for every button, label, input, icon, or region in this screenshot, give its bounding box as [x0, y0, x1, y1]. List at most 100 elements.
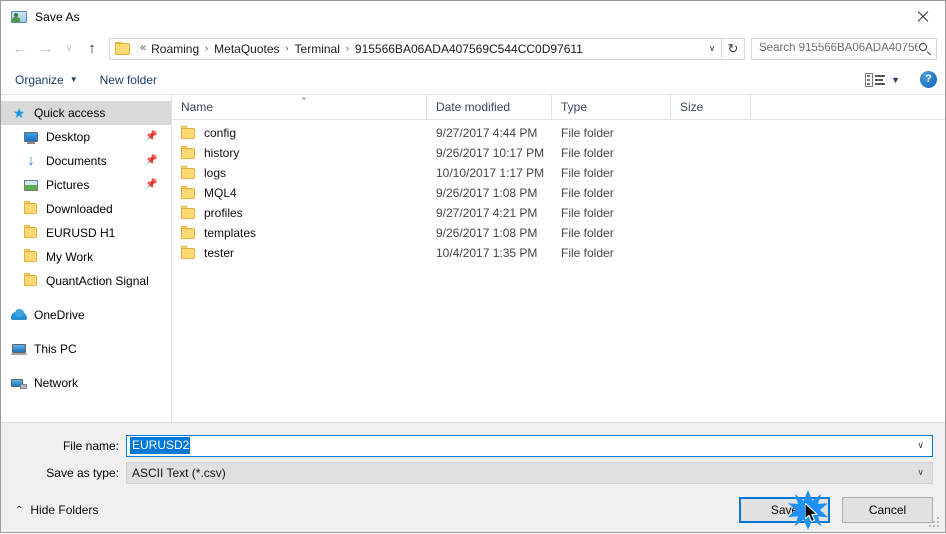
help-button[interactable]: ?: [920, 71, 937, 88]
file-list-pane: Name ⌃ Date modified Type Size config 9/…: [172, 95, 945, 422]
sidebar-item-quick-access[interactable]: ★ Quick access: [1, 101, 171, 125]
sidebar-item-this-pc[interactable]: This PC: [1, 337, 171, 361]
cancel-button[interactable]: Cancel: [842, 497, 933, 523]
save-form: File name: EURUSD2 ∨ Save as type: ASCII…: [1, 422, 945, 488]
file-type-cell: File folder: [561, 246, 614, 260]
sidebar-item-eurusd-h1[interactable]: EURUSD H1: [1, 221, 171, 245]
sidebar-item-onedrive[interactable]: OneDrive: [1, 303, 171, 327]
sidebar-item-network[interactable]: Network: [1, 371, 171, 395]
chevron-down-icon[interactable]: ∨: [917, 441, 924, 450]
recent-locations-button[interactable]: ∨: [59, 36, 79, 62]
file-name-value: EURUSD2: [130, 437, 191, 454]
folder-icon: [180, 186, 196, 200]
table-row[interactable]: config 9/27/2017 4:44 PM File folder: [172, 123, 945, 143]
save-button[interactable]: Save: [739, 497, 830, 523]
hide-folders-button[interactable]: ⌃ Hide Folders: [15, 503, 98, 517]
chevron-right-icon: ›: [285, 43, 289, 53]
sidebar-item-label: This PC: [34, 342, 77, 356]
table-row[interactable]: tester 10/4/2017 1:35 PM File folder: [172, 243, 945, 263]
pictures-icon: [23, 177, 39, 193]
chevron-down-icon[interactable]: ∨: [917, 468, 924, 477]
organize-button[interactable]: Organize ▼: [15, 73, 78, 87]
search-placeholder: Search 915566BA06ADA40756...: [759, 42, 918, 54]
file-name-input[interactable]: EURUSD2 ∨: [126, 434, 933, 457]
sidebar-item-pictures[interactable]: Pictures 📌: [1, 173, 171, 197]
new-folder-button[interactable]: New folder: [100, 73, 157, 87]
up-button[interactable]: ↑: [79, 36, 105, 62]
table-row[interactable]: history 9/26/2017 10:17 PM File folder: [172, 143, 945, 163]
file-type-cell: File folder: [561, 226, 614, 240]
sidebar-item-documents[interactable]: ↓ Documents 📌: [1, 149, 171, 173]
save-as-type-select[interactable]: ASCII Text (*.csv) ∨: [126, 461, 933, 484]
refresh-button[interactable]: ↻: [721, 37, 744, 60]
file-date-cell: 9/26/2017 10:17 PM: [436, 146, 545, 160]
file-date-cell: 9/27/2017 4:44 PM: [436, 126, 538, 140]
folder-icon: [180, 226, 196, 240]
column-header-date-modified[interactable]: Date modified: [427, 95, 552, 119]
file-name-cell: config: [172, 126, 427, 140]
cancel-button-label: Cancel: [868, 503, 907, 517]
file-date-cell: 9/26/2017 1:08 PM: [436, 186, 538, 200]
file-date-cell: 9/27/2017 4:21 PM: [436, 206, 538, 220]
file-name-label: templates: [204, 226, 257, 240]
refresh-icon: ↻: [727, 40, 739, 56]
table-row[interactable]: templates 9/26/2017 1:08 PM File folder: [172, 223, 945, 243]
table-row[interactable]: profiles 9/27/2017 4:21 PM File folder: [172, 203, 945, 223]
onedrive-icon: [11, 307, 27, 323]
search-input[interactable]: Search 915566BA06ADA40756...: [751, 37, 937, 60]
sidebar-item-label: Documents: [46, 154, 107, 168]
up-arrow-icon: ↑: [88, 40, 96, 57]
column-header-label: Date modified: [436, 100, 511, 114]
column-header-label: Size: [680, 100, 704, 114]
file-type-cell: File folder: [561, 206, 614, 220]
file-rows: config 9/27/2017 4:44 PM File folder his…: [172, 120, 945, 422]
sidebar-item-my-work[interactable]: My Work: [1, 245, 171, 269]
file-name-cell: history: [172, 146, 427, 160]
command-bar: Organize ▼ New folder ▼ ?: [1, 65, 945, 95]
hide-folders-label: Hide Folders: [30, 503, 99, 517]
column-header-label: Type: [561, 100, 588, 114]
close-button[interactable]: [899, 1, 945, 31]
file-name-label: history: [204, 146, 240, 160]
table-row[interactable]: MQL4 9/26/2017 1:08 PM File folder: [172, 183, 945, 203]
breadcrumb-item-terminal[interactable]: Terminal: [295, 43, 340, 55]
file-name-cell: MQL4: [172, 186, 427, 200]
change-view-icon[interactable]: [865, 72, 886, 87]
sidebar-item-label: My Work: [46, 250, 94, 264]
breadcrumb-item-current[interactable]: 915566BA06ADA407569C544CC0D97611: [355, 43, 583, 55]
file-type-cell: File folder: [561, 166, 614, 180]
forward-button[interactable]: →: [33, 36, 59, 62]
breadcrumb-dropdown-icon[interactable]: ∨: [702, 44, 722, 53]
file-type-cell: File folder: [561, 186, 614, 200]
save-as-type-row: Save as type: ASCII Text (*.csv) ∨: [1, 461, 945, 484]
column-header-size[interactable]: Size: [671, 95, 751, 119]
back-arrow-icon: ←: [12, 40, 28, 57]
breadcrumb-bar[interactable]: « Roaming › MetaQuotes › Terminal › 9155…: [109, 37, 745, 60]
sort-ascending-icon: ⌃: [300, 96, 308, 106]
sidebar-item-quantaction-signal[interactable]: QuantAction Signal: [1, 269, 171, 293]
folder-icon: [23, 273, 39, 289]
table-row[interactable]: logs 10/10/2017 1:17 PM File folder: [172, 163, 945, 183]
back-button[interactable]: ←: [7, 36, 33, 62]
folder-icon: [23, 249, 39, 265]
column-header-label: Name: [181, 100, 214, 114]
sidebar-item-label: QuantAction Signal: [46, 274, 149, 288]
navigation-pane: ★ Quick access Desktop 📌 ↓ Documents 📌 P…: [1, 95, 172, 422]
breadcrumb-item-roaming[interactable]: Roaming: [151, 43, 199, 55]
file-name-label: profiles: [204, 206, 243, 220]
breadcrumb-item-metaquotes[interactable]: MetaQuotes: [214, 43, 279, 55]
window-title: Save As: [35, 9, 80, 24]
sidebar-item-desktop[interactable]: Desktop 📌: [1, 125, 171, 149]
breadcrumb-overflow-icon[interactable]: «: [135, 43, 151, 54]
new-folder-label: New folder: [99, 72, 157, 87]
chevron-right-icon: ›: [205, 43, 209, 53]
resize-grip[interactable]: [929, 517, 941, 529]
view-options-chevron-down-icon[interactable]: ▼: [891, 75, 900, 85]
sidebar-item-downloaded[interactable]: Downloaded: [1, 197, 171, 221]
column-header-type[interactable]: Type: [552, 95, 671, 119]
folder-icon: [23, 225, 39, 241]
column-header-name[interactable]: Name ⌃: [172, 95, 427, 119]
save-as-type-value: ASCII Text (*.csv): [132, 465, 226, 480]
search-icon: [918, 42, 932, 56]
folder-icon: [180, 126, 196, 140]
